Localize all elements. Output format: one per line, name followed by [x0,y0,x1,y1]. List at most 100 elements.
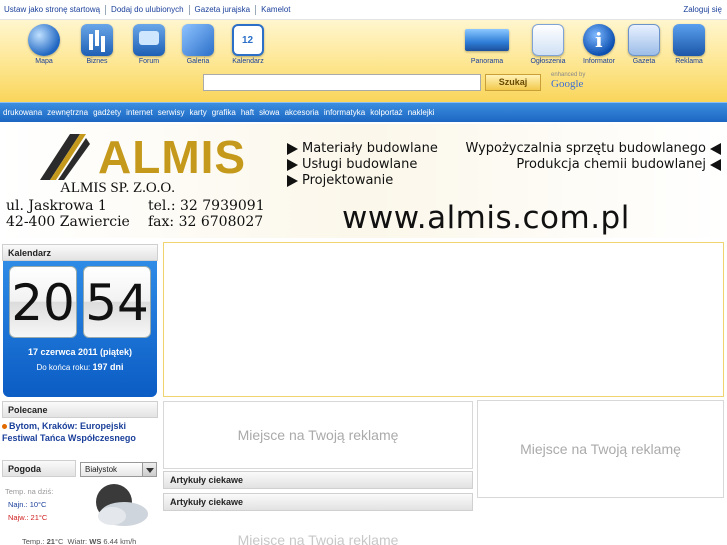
category-link[interactable]: informatyka [324,108,365,117]
almis-banner-ad[interactable]: ALMIS ALMIS SP. Z.O.O. ul. Jaskrowa 1 42… [0,124,727,238]
clock-minute: 54 [83,266,151,338]
nav-label: Forum [138,58,160,65]
nav-panorama[interactable]: Panorama [463,24,511,65]
service-item: Projektowanie [287,173,393,188]
cloudy-weather-icon [96,484,148,526]
google-branding: enhanced by Google [551,72,603,90]
nav-biznes[interactable]: Biznes [73,24,121,65]
service-item: Wypożyczalnia sprzętu budowlanego [465,141,721,156]
polecane-header: Polecane [2,401,158,418]
arrow-left-icon [710,142,721,155]
almis-logo-icon [40,134,90,180]
wind-direction: WS [89,537,102,545]
service-item: Usługi budowlane [287,157,417,172]
category-bar: drukowana zewnętrzna gadżety internet se… [0,102,727,122]
main-banner-slot[interactable] [163,242,724,397]
nav-label: Reklama [675,58,703,65]
clock-hour: 20 [9,266,77,338]
temp-max-value: 10 [29,500,39,509]
bullet-icon [2,424,7,430]
arrow-left-icon [710,158,721,171]
nav-label: Panorama [470,58,504,65]
panorama-icon [465,29,509,51]
category-link[interactable]: akcesoria [285,108,319,117]
add-favorites-link[interactable]: Dodaj do ulubionych [105,5,189,15]
category-link[interactable]: naklejki [408,108,435,117]
days-remaining-value: 197 dni [92,362,124,372]
category-link[interactable]: internet [126,108,153,117]
temp-unit: °C [38,513,48,522]
category-link[interactable]: haft [241,108,254,117]
website-url: www.almis.com.pl [342,200,630,236]
wind-speed: 6.44 km/h [103,537,137,545]
nav-informator[interactable]: Informator [575,24,623,65]
address-city: 42-400 Zawiercie [6,214,130,230]
calendar-header: Kalendarz [2,244,158,261]
category-link[interactable]: zewnętrzna [47,108,88,117]
nav-mapa[interactable]: Mapa [20,24,68,65]
info-icon [583,24,615,56]
nav-galeria[interactable]: Galeria [174,24,222,65]
temp-label: Temp.: [22,537,45,545]
service-label: Materiały budowlane [302,141,438,156]
temp-min-value: 21 [30,513,39,522]
today-label: Temp. na dziś: [5,487,54,496]
nav-label: Kalendarz [232,58,264,65]
temp-max: Najn.: 10°C [8,500,46,509]
category-link[interactable]: gadżety [93,108,121,117]
category-link[interactable]: słowa [259,108,279,117]
business-icon [81,24,113,56]
nav-ogloszenia[interactable]: Ogłoszenia [524,24,572,65]
articles-header[interactable]: Artykuły ciekawe [163,471,473,489]
ad-placeholder[interactable]: Miejsce na Twoją reklamę [477,400,724,498]
search-button[interactable]: Szukaj [485,74,541,91]
service-item: Materiały budowlane [287,141,438,156]
phone-number: tel.: 32 7939091 [148,198,265,214]
nav-kalendarz[interactable]: Kalendarz [224,24,272,65]
map-icon [28,24,60,56]
service-label: Wypożyczalnia sprzętu budowlanego [465,141,706,156]
address-street: ul. Jaskrowa 1 [6,198,107,214]
top-links-bar: Ustaw jako stronę startową Dodaj do ulub… [0,0,727,20]
temp-unit: °C [38,500,47,509]
company-name: ALMIS SP. Z.O.O. [60,180,176,196]
city-select-value: Białystok [85,465,118,474]
category-link[interactable]: kolportaż [370,108,402,117]
temp-min-label: Najw.: [8,513,29,522]
nav-gazeta[interactable]: Gazeta [620,24,668,65]
gallery-icon [182,24,214,56]
temp-max-label: Najn.: [8,500,28,509]
weather-header: Pogoda [2,460,76,477]
nav-label: Informator [583,58,615,65]
nav-reklama[interactable]: Reklama [665,24,713,65]
category-link[interactable]: karty [189,108,206,117]
set-homepage-link[interactable]: Ustaw jako stronę startową [4,5,105,15]
search-input[interactable] [203,74,481,91]
nav-forum[interactable]: Forum [125,24,173,65]
service-item: Produkcja chemii budowlanej [516,157,721,172]
ad-placeholder[interactable]: Miejsce na Twoją reklamę [163,401,473,469]
nav-label: Gazeta [632,58,656,65]
days-remaining: Do końca roku: 197 dni [3,362,157,372]
category-link[interactable]: drukowana [3,108,42,117]
kamelot-link[interactable]: Kamelot [255,5,295,15]
nav-label: Ogłoszenia [530,58,566,65]
city-select[interactable]: Białystok [80,462,157,477]
nav-label: Biznes [86,58,108,65]
recommended-link[interactable]: Bytom, Kraków: Europejski Festiwal Tańca… [2,420,158,444]
clock-widget: 20 54 17 czerwca 2011 (piątek) Do końca … [3,261,157,397]
temp-min: Najw.: 21°C [8,513,47,522]
service-label: Projektowanie [302,173,394,188]
category-link[interactable]: grafika [212,108,236,117]
category-link[interactable]: serwisy [158,108,185,117]
ad-placeholder[interactable]: Miejsce na Twoją reklamę [163,532,473,545]
gazeta-jurajska-link[interactable]: Gazeta jurajska [188,5,256,15]
advertising-icon [673,24,705,56]
login-link[interactable]: Zaloguj się [683,5,722,14]
articles-header[interactable]: Artykuły ciekawe [163,493,473,511]
service-label: Usługi budowlane [302,157,418,172]
arrow-right-icon [287,158,298,171]
current-weather: Temp.: 21°C Wiatr: WS 6.44 km/h [22,537,136,545]
google-logo: Google [551,78,584,90]
service-label: Produkcja chemii budowlanej [516,157,706,172]
